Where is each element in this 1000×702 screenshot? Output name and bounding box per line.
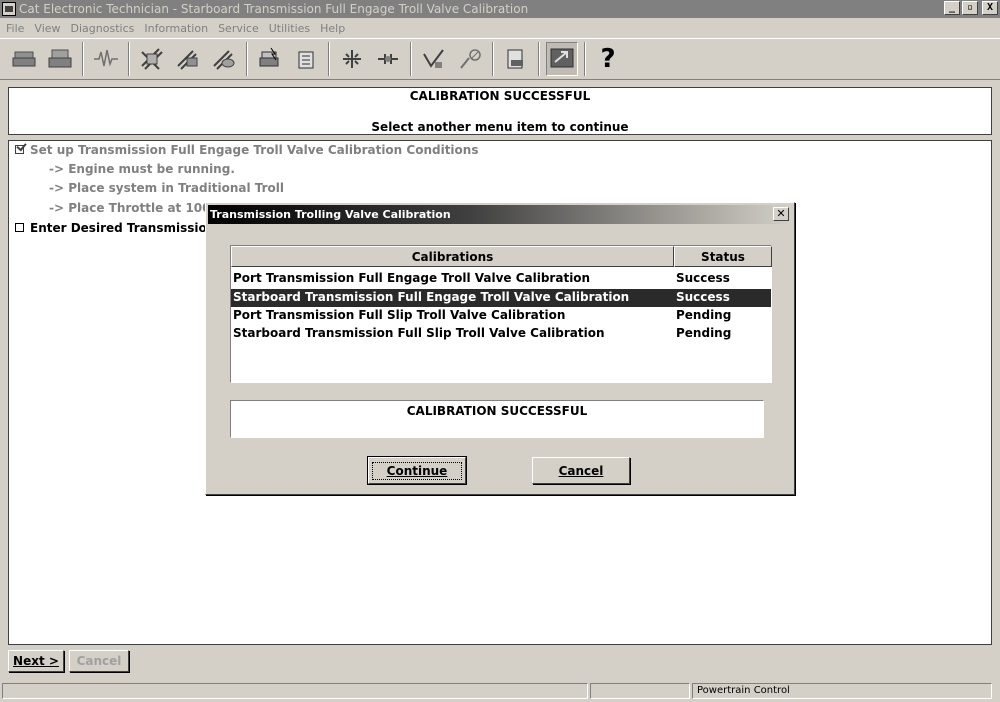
menu-help[interactable]: Help	[320, 22, 345, 35]
diag-codes-icon[interactable]	[136, 42, 168, 76]
disabled-calibration-icon[interactable]	[454, 42, 486, 76]
calibration-status: Pending	[676, 308, 732, 322]
menu-service[interactable]: Service	[218, 22, 259, 35]
calibration-name: Port Transmission Full Engage Troll Valv…	[233, 271, 591, 285]
table-row-selected[interactable]: Starboard Transmission Full Engage Troll…	[231, 289, 771, 307]
cancel-button-label: Cancel	[76, 654, 122, 668]
window-title-bar[interactable]: Cat Electronic Technician - Starboard Tr…	[0, 0, 1000, 18]
unchecked-checkbox-icon	[15, 223, 24, 232]
transfer-icon[interactable]	[500, 42, 532, 76]
next-button[interactable]: Next >	[8, 650, 64, 672]
app-icon[interactable]	[2, 2, 16, 16]
table-row[interactable]: Port Transmission Full Slip Troll Valve …	[231, 307, 771, 325]
clear-icon[interactable]	[208, 42, 240, 76]
toolbar-separator	[128, 42, 130, 76]
column-header-calibrations[interactable]: Calibrations	[231, 246, 674, 267]
toolbar-separator	[410, 42, 412, 76]
status-cell-1	[2, 683, 588, 699]
toolbar-separator	[328, 42, 330, 76]
active-screen-icon[interactable]	[546, 42, 578, 76]
toolbar-separator	[584, 42, 586, 76]
overrides-icon[interactable]	[372, 42, 404, 76]
menu-view[interactable]: View	[34, 22, 60, 35]
table-row[interactable]: Port Transmission Full Engage Troll Valv…	[231, 270, 771, 288]
menu-information[interactable]: Information	[144, 22, 208, 35]
calibration-name: Starboard Transmission Full Engage Troll…	[233, 290, 630, 304]
toolbar-separator	[538, 42, 540, 76]
substep-engine-running: -> Engine must be running.	[49, 162, 235, 176]
status-bar: Powertrain Control	[0, 681, 1000, 702]
table-row[interactable]: Starboard Transmission Full Slip Troll V…	[231, 325, 771, 343]
status-banner: CALIBRATION SUCCESSFUL Select another me…	[8, 87, 992, 135]
continue-button[interactable]: Continue	[367, 456, 467, 485]
toolbar-separator	[82, 42, 84, 76]
status-cell-2	[590, 683, 690, 699]
events-icon[interactable]	[172, 42, 204, 76]
cancel-button[interactable]: Cancel	[69, 650, 129, 672]
toolbar-separator	[492, 42, 494, 76]
step-enter-desired[interactable]: Enter Desired Transmission	[15, 221, 215, 235]
dialog-title: Transmission Trolling Valve Calibration	[210, 208, 451, 221]
column-header-status[interactable]: Status	[674, 246, 772, 267]
continue-button-focus: Continue	[371, 461, 463, 480]
calibration-dialog: Transmission Trolling Valve Calibration …	[205, 202, 795, 495]
dialog-cancel-label: Cancel	[558, 463, 604, 478]
toolbar-separator	[246, 42, 248, 76]
next-button-label: Next >	[13, 654, 59, 668]
calibration-icon[interactable]	[418, 42, 450, 76]
calibration-status: Success	[676, 271, 730, 285]
calibrations-list[interactable]: Calibrations Status Port Transmission Fu…	[230, 245, 772, 383]
menu-file[interactable]: File	[6, 22, 24, 35]
window-title: Cat Electronic Technician - Starboard Tr…	[19, 2, 529, 16]
dialog-message: CALIBRATION SUCCESSFUL	[230, 400, 764, 438]
banner-instruction: Select another menu item to continue	[371, 120, 629, 134]
calibration-status: Pending	[676, 326, 732, 340]
calibration-name: Port Transmission Full Slip Troll Valve …	[233, 308, 566, 322]
config-icon[interactable]	[290, 42, 322, 76]
menu-bar: File View Diagnostics Information Servic…	[0, 18, 1000, 38]
checked-checkbox-icon	[15, 145, 24, 154]
print-preview-icon[interactable]	[44, 42, 76, 76]
menu-utilities[interactable]: Utilities	[269, 22, 310, 35]
step-label: Enter Desired Transmission	[30, 221, 216, 235]
print-icon[interactable]	[8, 42, 40, 76]
minimize-button[interactable]: _	[944, 1, 960, 15]
dialog-cancel-button[interactable]: Cancel	[532, 457, 630, 484]
flash-icon[interactable]	[254, 42, 286, 76]
calibration-status: Success	[676, 290, 730, 304]
substep-traditional-troll: -> Place system in Traditional Troll	[49, 181, 285, 195]
status-cell-ecm: Powertrain Control	[692, 683, 992, 699]
status-icon[interactable]	[336, 42, 368, 76]
continue-button-label: Continue	[386, 463, 448, 478]
step-setup-conditions[interactable]: Set up Transmission Full Engage Troll Va…	[15, 143, 478, 157]
menu-diagnostics[interactable]: Diagnostics	[71, 22, 135, 35]
toolbar: ?	[0, 38, 1000, 80]
window-controls: _ ▫ X	[944, 1, 998, 15]
step-label: Set up Transmission Full Engage Troll Va…	[30, 143, 479, 157]
dialog-close-icon[interactable]: ✕	[773, 207, 789, 221]
substep-throttle: -> Place Throttle at 100%	[49, 201, 223, 215]
calibration-name: Starboard Transmission Full Slip Troll V…	[233, 326, 605, 340]
help-icon[interactable]: ?	[592, 42, 624, 76]
banner-status: CALIBRATION SUCCESSFUL	[409, 89, 591, 103]
maximize-button[interactable]: ▫	[962, 1, 978, 15]
dialog-title-bar[interactable]: Transmission Trolling Valve Calibration …	[208, 205, 792, 224]
waveform-icon[interactable]	[90, 42, 122, 76]
close-button[interactable]: X	[982, 1, 998, 15]
